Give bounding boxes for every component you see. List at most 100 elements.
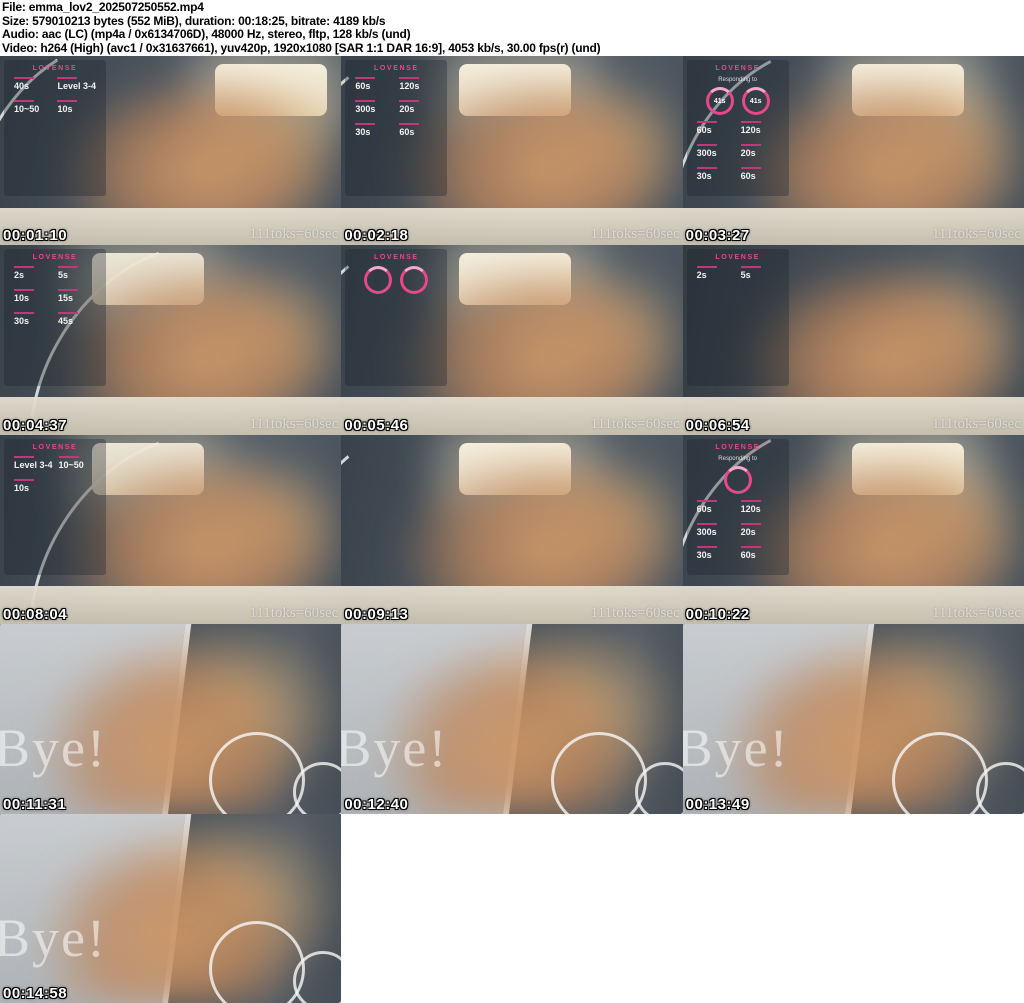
video-thumbnail: Bye! 00:12:40 [341,624,683,814]
lovense-overlay-panel: LOVENSE [345,249,448,386]
tip-menu-values: 2s 5s 10s 15s 30s 45s [8,266,102,326]
tip-menu-value: 120s [399,77,437,91]
video-thumbnail: LOVENSE Level 3-4 10~50 10s 111toks=60sec … [0,434,342,625]
tip-menu-value: 2s [14,266,52,280]
timestamp-badge: 00:13:49 [685,795,750,813]
file-name-line: File: emma_lov2_202507250552.mp4 [2,0,204,14]
tip-menu-values: 40s Level 3-4 10~50 10s [8,77,102,114]
tip-menu-value: 300s [697,144,735,158]
watermark-text: 111toks=60sec [590,226,680,243]
timestamp-badge: 00:04:37 [3,416,68,434]
goodbye-caption: Bye! [0,907,107,968]
watermark-text: 111toks=60sec [249,226,339,243]
progress-ring: 41s [741,87,770,115]
lovense-brand-label: LOVENSE [32,254,78,262]
timestamp-badge: 00:01:10 [3,227,68,245]
video-thumbnail: LOVENSE Responding to 41s 41s 60s 120s 300s… [682,56,1024,246]
tip-menu-value: 30s [14,312,52,326]
file-size-line: Size: 579010213 bytes (552 MiB), duratio… [2,13,386,28]
progress-ring [723,465,752,494]
tip-menu-values: Level 3-4 10~50 10s [8,456,102,493]
lovense-brand-label: LOVENSE [715,254,760,262]
lovense-brand-label: LOVENSE [374,65,419,72]
tip-menu-value: 10s [14,289,52,303]
watermark-text: 111toks=60sec [931,226,1021,243]
headboard-scrolls [209,911,342,1003]
lovense-overlay-panel: LOVENSE 60s 120s 300s 20s 30s 60s [345,60,448,197]
lovense-brand-label: LOVENSE [715,443,760,451]
tip-menu-value: 300s [697,523,735,537]
lovense-overlay-panel: LOVENSE Responding to 60s 120s 300s 20s 30s 6… [686,438,789,576]
timestamp-badge: 00:11:31 [3,795,67,813]
lovense-brand-label: LOVENSE [374,254,419,262]
tip-menu-value: 40s [14,77,51,91]
progress-rings [349,266,443,295]
timestamp-badge: 00:14:58 [3,984,68,1002]
timestamp-badge: 00:12:40 [344,795,409,813]
tip-menu-value: 60s [697,121,735,135]
video-thumbnail: Bye! 00:13:49 [682,624,1024,814]
tip-menu-value: 30s [697,546,735,560]
tip-menu-value: 15s [58,289,96,303]
watermark-text: 111toks=60sec [931,415,1021,432]
tip-menu-value: 5s [741,266,779,280]
lovense-brand-label: LOVENSE [715,65,760,72]
video-thumbnail: LOVENSE 60s 120s 300s 20s 30s 60s 111toks=60s… [341,56,683,246]
tip-menu-values: 2s 5s [691,266,785,280]
watermark-text: 111toks=60sec [590,605,680,622]
video-thumbnail: LOVENSE 40s Level 3-4 10~50 10s 111toks=60s… [0,56,342,246]
video-thumbnail: Bye! 00:14:58 [0,813,342,1003]
audio-info-line: Audio: aac (LC) (mp4a / 0x6134706D), 480… [2,27,411,41]
timestamp-badge: 00:03:27 [685,227,750,245]
lovense-overlay-panel: LOVENSE Responding to 41s 41s 60s 120s 300s… [686,60,789,197]
tip-menu-value: 2s [697,266,735,280]
goodbye-caption: Bye! [682,718,790,779]
tip-menu-value: 10~50 [14,100,51,114]
tip-menu-value: 60s [355,77,393,91]
timestamp-badge: 00:10:22 [685,606,750,624]
tip-menu-values: 60s 120s 300s 20s 30s 60s [349,77,443,137]
progress-ring [364,266,393,295]
watermark-text: 111toks=60sec [249,605,339,622]
progress-ring [400,266,429,295]
tip-menu-value: 20s [741,144,779,158]
watermark-text: 111toks=60sec [590,415,680,432]
tip-menu-value: 60s [697,500,735,514]
tip-menu-value: 60s [741,167,779,181]
video-thumbnail: LOVENSE 2s 5s 10s 15s 30s 45s 111toks=60sec 0… [0,245,342,435]
tip-menu-value: 10s [14,479,53,493]
watermark-text: 111toks=60sec [931,605,1021,622]
tip-menu-value: Level 3-4 [14,456,53,470]
lovense-overlay-panel: LOVENSE 40s Level 3-4 10~50 10s [4,60,106,197]
responding-to-label: Responding to [718,455,757,462]
timestamp-badge: 00:06:54 [685,416,750,434]
thumbnail-grid: LOVENSE 40s Level 3-4 10~50 10s 111toks=60s… [0,56,1024,1003]
timestamp-badge: 00:08:04 [3,606,68,624]
lovense-brand-label: LOVENSE [32,65,78,72]
tip-menu-value: 300s [355,100,393,114]
tip-menu-value: Level 3-4 [57,77,96,91]
progress-rings: 41s 41s [691,87,785,115]
tip-menu-value: 20s [399,100,437,114]
headboard-scrolls [550,722,683,814]
tip-menu-value: 60s [399,123,437,137]
tip-menu-values: 60s 120s 300s 20s 30s 60s [691,500,785,560]
tip-menu-value: 20s [741,523,779,537]
tip-menu-value: 120s [741,121,779,135]
progress-ring: 41s [705,87,734,115]
video-thumbnail: LOVENSE 2s 5s 111toks=60sec 00:06:54 [682,245,1024,435]
goodbye-caption: Bye! [0,718,107,779]
tip-menu-value: 30s [697,167,735,181]
tip-menu-value: 10~50 [59,456,96,470]
progress-rings [691,465,785,494]
tip-menu-value: 5s [58,266,96,280]
timestamp-badge: 00:09:13 [344,606,409,624]
tip-menu-value: 30s [355,123,393,137]
lovense-brand-label: LOVENSE [32,443,78,451]
tip-menu-value: 120s [741,500,779,514]
timestamp-badge: 00:05:46 [344,416,409,434]
headboard-scrolls [209,722,342,814]
file-metadata-header: File: emma_lov2_202507250552.mp4 Size: 5… [0,0,1024,56]
tip-menu-values: 60s 120s 300s 20s 30s 60s [691,121,785,181]
headboard-scrolls [891,722,1024,814]
